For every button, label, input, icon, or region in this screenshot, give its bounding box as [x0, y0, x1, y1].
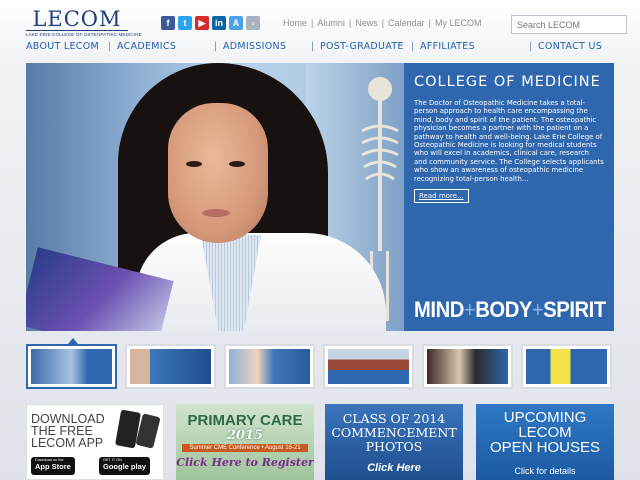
google-play-badge-label: Google play: [103, 462, 146, 471]
logo-subtitle: LAKE ERIE COLLEGE OF OSTEOPATHIC MEDICIN…: [26, 30, 142, 37]
tagline-plus: +: [463, 297, 476, 322]
thumb-campus-building[interactable]: [323, 344, 414, 389]
promo-class-title: CLASS OF 2014 COMMENCEMENT PHOTOS: [325, 412, 463, 454]
app-store-badge-label: App Store: [35, 462, 71, 471]
promo-commencement-photos[interactable]: CLASS OF 2014 COMMENCEMENT PHOTOS Click …: [325, 404, 463, 480]
thumb-student-lab[interactable]: [125, 344, 216, 389]
active-indicator-icon: [68, 338, 78, 344]
utility-link-news[interactable]: News: [355, 18, 378, 28]
thumbnail-image: [328, 349, 409, 384]
promo-class-cta: Click Here: [367, 462, 421, 474]
promo-open-line3: OPEN HOUSES: [489, 439, 601, 456]
nav-affiliates[interactable]: AFFILIATES: [420, 41, 475, 52]
promo-primary-title: PRIMARY CARE: [187, 412, 303, 429]
nav-separator: |: [529, 41, 533, 52]
promo-class-line1: CLASS OF 2014: [342, 411, 446, 426]
promo-app-title: DOWNLOAD THE FREE LECOM APP: [31, 413, 105, 450]
hero-person-face: [168, 103, 268, 243]
tagline-plus: +: [531, 297, 544, 322]
hero-person-coat: [136, 233, 386, 331]
hero-tagline: MIND+BODY+SPIRIT: [414, 297, 606, 323]
app-store-icon[interactable]: A: [229, 16, 243, 30]
thumbnail-image: [526, 349, 607, 384]
promo-open-title: UPCOMING LECOM OPEN HOUSES: [476, 410, 614, 455]
hero-person-eye: [186, 161, 202, 167]
utility-link-my-lecom[interactable]: My LECOM: [435, 18, 482, 28]
hero-person-eye: [229, 161, 245, 167]
promo-open-houses[interactable]: UPCOMING LECOM OPEN HOUSES Click for det…: [476, 404, 614, 480]
promo-class-line3: PHOTOS: [365, 439, 423, 454]
utility-nav: Home | Alumni | News | Calendar | My LECOM: [283, 18, 481, 28]
hero-text-panel: COLLEGE OF MEDICINE The Doctor of Osteop…: [404, 63, 614, 331]
promo-download-app[interactable]: DOWNLOAD THE FREE LECOM APP Download on …: [26, 404, 164, 480]
tagline-mind: MIND: [414, 297, 464, 322]
hero-banner: COLLEGE OF MEDICINE The Doctor of Osteop…: [26, 63, 614, 331]
nav-post-graduate[interactable]: POST-GRADUATE: [320, 41, 404, 52]
main-nav: ABOUT LECOM | ACADEMICS | ADMISSIONS | P…: [26, 41, 614, 55]
twitter-icon[interactable]: t: [178, 16, 192, 30]
nav-admissions[interactable]: ADMISSIONS: [223, 41, 286, 52]
thumbnail-image: [427, 349, 508, 384]
search-input[interactable]: [511, 15, 627, 34]
promo-primary-care[interactable]: PRIMARY CARE 2015 Summer CME Conference …: [176, 404, 314, 480]
promo-primary-cta: Click Here to Register: [176, 456, 314, 469]
app-store-badge[interactable]: Download on the App Store: [31, 457, 75, 475]
utility-link-calendar[interactable]: Calendar: [388, 18, 425, 28]
hero-heading: COLLEGE OF MEDICINE: [414, 74, 601, 90]
hero-person-lips: [202, 209, 230, 217]
nav-separator: |: [214, 41, 218, 52]
facebook-icon[interactable]: f: [161, 16, 175, 30]
promo-open-cta: Click for details: [514, 466, 576, 476]
tagline-spirit: SPIRIT: [543, 297, 606, 322]
read-more-button[interactable]: Read more...: [414, 189, 469, 204]
promo-primary-subtitle: Summer CME Conference • August 16-21: [182, 444, 308, 452]
nav-academics[interactable]: ACADEMICS: [117, 41, 176, 52]
google-play-badge[interactable]: GET IT ON Google play: [99, 457, 150, 475]
nav-separator: |: [311, 41, 315, 52]
carousel-thumbnails: [26, 338, 614, 392]
promo-row: DOWNLOAD THE FREE LECOM APP Download on …: [26, 404, 614, 480]
separator: |: [428, 18, 431, 28]
separator: |: [381, 18, 385, 28]
lecom-logo[interactable]: LECOM LAKE ERIE COLLEGE OF OSTEOPATHIC M…: [26, 7, 142, 38]
promo-class-line2: COMMENCEMENT: [331, 425, 457, 440]
thumb-publication[interactable]: [521, 344, 612, 389]
logo-wordmark: LECOM: [32, 7, 122, 31]
linkedin-icon[interactable]: in: [212, 16, 226, 30]
youtube-icon[interactable]: ▶: [195, 16, 209, 30]
thumb-award-ceremony[interactable]: [422, 344, 513, 389]
utility-link-alumni[interactable]: Alumni: [317, 18, 345, 28]
utility-link-home[interactable]: Home: [283, 18, 307, 28]
nav-separator: |: [108, 41, 112, 52]
nav-separator: |: [411, 41, 415, 52]
thumbnail-image: [229, 349, 310, 384]
promo-app-line3: LECOM APP: [31, 436, 104, 450]
thumbnail-image: [130, 349, 211, 384]
hero-body: The Doctor of Osteopathic Medicine takes…: [414, 99, 604, 183]
promo-primary-year: 2015: [226, 428, 264, 443]
thumb-student-lab-2[interactable]: [224, 344, 315, 389]
separator: |: [348, 18, 352, 28]
nav-about-lecom[interactable]: ABOUT LECOM: [26, 41, 99, 52]
mobile-app-icon[interactable]: ▫: [246, 16, 260, 30]
separator: |: [311, 18, 314, 28]
tagline-body: BODY: [475, 297, 532, 322]
hero-photo: [26, 63, 404, 331]
thumbnail-image: [31, 349, 112, 384]
nav-contact-us[interactable]: CONTACT US: [538, 41, 602, 52]
thumb-college-of-medicine[interactable]: [26, 338, 117, 389]
social-links: f t ▶ in A ▫: [161, 16, 260, 30]
